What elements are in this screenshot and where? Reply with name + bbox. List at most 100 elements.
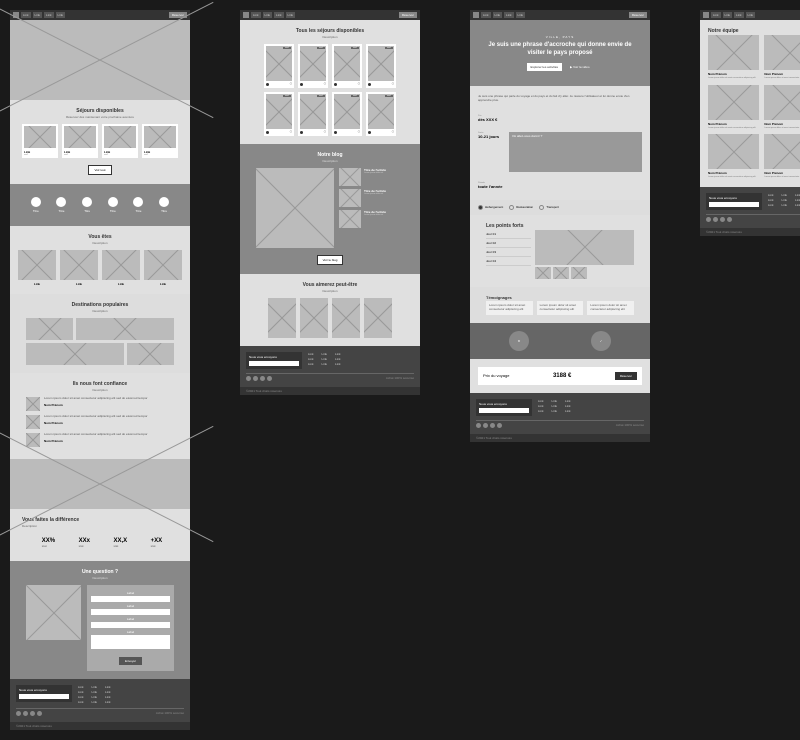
profile-card[interactable]: Link — [144, 250, 182, 286]
nav-link[interactable]: Link — [274, 12, 284, 18]
map[interactable]: Où allez-vous dormir ? — [509, 132, 642, 172]
logo-icon[interactable] — [243, 12, 249, 18]
trip-card[interactable]: xxx€◯ — [332, 44, 362, 88]
nav-link[interactable]: Link — [21, 12, 31, 18]
profile-card[interactable]: Link — [60, 250, 98, 286]
destination-image[interactable] — [76, 318, 174, 340]
form-textarea[interactable] — [91, 635, 170, 649]
profile-card[interactable]: Link — [102, 250, 140, 286]
day-item[interactable]: Jour 02 — [486, 239, 531, 248]
contact-form: Label Label Label Label Envoyer — [87, 585, 174, 671]
tab-transport[interactable]: Transport — [539, 205, 559, 210]
trip-card[interactable]: Linkxxx€ — [102, 124, 138, 158]
day-item[interactable]: Jour 04 — [486, 257, 531, 266]
view-blog-button[interactable]: Voir le blog — [317, 255, 344, 265]
nav-link[interactable]: Link — [251, 12, 261, 18]
trip-card[interactable]: Linkxxx€ — [62, 124, 98, 158]
thumb-image[interactable] — [571, 267, 587, 279]
email-input[interactable] — [479, 408, 529, 413]
nav-link[interactable]: Link — [711, 12, 721, 18]
trip-card[interactable]: xxx€◯ — [298, 92, 328, 136]
tab-lodging[interactable]: Hébergement — [478, 205, 503, 210]
section-subtitle: Description — [22, 524, 182, 528]
tab-food[interactable]: Restauration — [509, 205, 533, 210]
trip-hero: VILLE, PAYS Je suis une phrase d'accroch… — [470, 20, 650, 86]
section-title: Notre équipe — [708, 28, 800, 34]
blog-item[interactable]: Titre de l'articleLorem ipsum dolor sit — [339, 210, 404, 228]
nav-link[interactable]: Link — [734, 12, 744, 18]
navbar: Link Link Link Link Réserver — [10, 10, 190, 20]
submit-button[interactable]: Envoyer — [119, 657, 142, 665]
stat: XX%stat — [42, 538, 55, 548]
blog-feature-image[interactable] — [256, 168, 334, 248]
trip-card[interactable]: xxx€◯ — [332, 92, 362, 136]
destination-image[interactable] — [127, 343, 174, 365]
contact-image — [26, 585, 81, 640]
meta-period: Périodetoute l'année — [478, 182, 503, 189]
category-icon[interactable] — [56, 197, 66, 207]
suggestion-card[interactable] — [268, 298, 296, 338]
category-icon[interactable] — [159, 197, 169, 207]
social-icons[interactable] — [476, 423, 502, 428]
view-all-button[interactable]: Voir tout — [88, 165, 111, 175]
suggestion-card[interactable] — [364, 298, 392, 338]
trip-card[interactable]: xxx€◯ — [264, 44, 294, 88]
highlight-image — [535, 230, 634, 265]
cta-button[interactable]: Réserver — [629, 12, 647, 18]
thumb-image[interactable] — [553, 267, 569, 279]
email-input[interactable] — [709, 202, 759, 207]
newsletter: Nous vous envoyons — [476, 399, 532, 416]
nav-link[interactable]: Link — [33, 12, 43, 18]
suggestion-card[interactable] — [332, 298, 360, 338]
trip-card[interactable]: Linkxxx€ — [142, 124, 178, 158]
form-input[interactable] — [91, 596, 170, 602]
category-icon[interactable] — [82, 197, 92, 207]
nav-link[interactable]: Link — [504, 12, 514, 18]
logo-icon[interactable] — [703, 12, 709, 18]
cta-button[interactable]: Réserver — [399, 12, 417, 18]
trip-card[interactable]: xxx€◯ — [366, 44, 396, 88]
day-item[interactable]: Jour 03 — [486, 248, 531, 257]
trip-card[interactable]: xxx€◯ — [264, 92, 294, 136]
nav-link[interactable]: Link — [516, 12, 526, 18]
nav-link[interactable]: Link — [286, 12, 296, 18]
profile-card[interactable]: Link — [18, 250, 56, 286]
day-item[interactable]: Jour 01 — [486, 230, 531, 239]
logo-icon[interactable] — [473, 12, 479, 18]
nav-link[interactable]: Link — [44, 12, 54, 18]
footer: Nous vous envoyons LinkLinkLink LinkLink… — [240, 346, 420, 387]
team-member: Nom PrénomLorem ipsum dolor sit amet con… — [708, 85, 759, 130]
trust-badge-icon: ★ — [509, 331, 529, 351]
blog-item[interactable]: Titre de l'articleLorem ipsum dolor sit — [339, 168, 404, 186]
trip-card[interactable]: Linkxxx€ — [22, 124, 58, 158]
trip-card[interactable]: xxx€◯ — [298, 44, 328, 88]
nav-link[interactable]: Link — [723, 12, 733, 18]
social-icons[interactable] — [246, 376, 272, 381]
social-icons[interactable] — [706, 217, 732, 222]
nav-link[interactable]: Link — [746, 12, 756, 18]
destination-image[interactable] — [26, 343, 124, 365]
category-icon[interactable] — [31, 197, 41, 207]
category-icon[interactable] — [108, 197, 118, 207]
social-icons[interactable] — [16, 711, 42, 716]
form-input[interactable] — [91, 622, 170, 628]
intro-section: Je suis une phrase qui parle du voyage e… — [470, 86, 650, 110]
nav-link[interactable]: Link — [493, 12, 503, 18]
book-button[interactable]: Réserver — [615, 372, 637, 380]
nav-link[interactable]: Link — [481, 12, 491, 18]
explore-button[interactable]: Explorer les activités — [527, 63, 563, 71]
email-input[interactable] — [249, 361, 299, 366]
suggestion-card[interactable] — [300, 298, 328, 338]
email-input[interactable] — [19, 694, 69, 699]
destination-image[interactable] — [26, 318, 73, 340]
form-input[interactable] — [91, 609, 170, 615]
blog-section: Notre blog Description Titre de l'articl… — [240, 144, 420, 274]
section-title: Notre blog — [248, 152, 412, 158]
thumb-image[interactable] — [535, 267, 551, 279]
category-icon[interactable] — [133, 197, 143, 207]
nav-link[interactable]: Link — [263, 12, 273, 18]
nav-link[interactable]: Link — [56, 12, 66, 18]
trip-card[interactable]: xxx€◯ — [366, 92, 396, 136]
video-button[interactable]: ▶ Voir la vidéo — [566, 63, 593, 71]
blog-item[interactable]: Titre de l'articleLorem ipsum dolor sit — [339, 189, 404, 207]
